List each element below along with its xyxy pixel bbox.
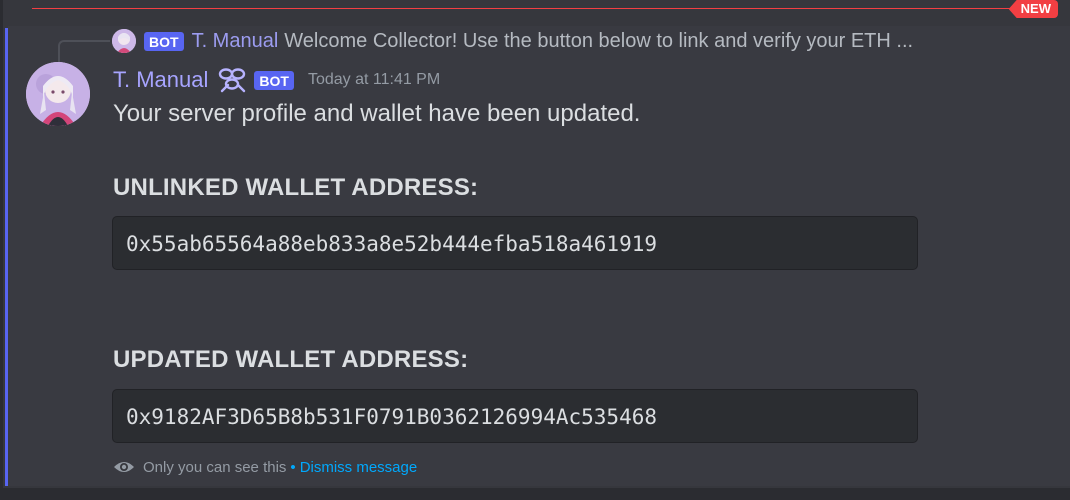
server-tag-icon[interactable] [216,65,248,95]
unlinked-wallet-label: UNLINKED WALLET ADDRESS: [113,174,479,201]
reply-text[interactable]: Welcome Collector! Use the button below … [284,30,913,53]
new-messages-divider [32,8,1030,9]
avatar[interactable] [26,62,90,126]
updated-wallet-label: UPDATED WALLET ADDRESS: [113,346,469,373]
new-badge: NEW [1008,0,1058,18]
author-name[interactable]: T. Manual [113,67,208,93]
reply-author[interactable]: T. Manual [192,30,279,53]
reply-bot-tag: BOT [144,31,184,51]
message-header: T. Manual BOT Today at 11:41 PM [113,64,440,96]
reply-avatar[interactable] [112,29,136,53]
reply-preview[interactable]: BOT T. Manual Welcome Collector! Use the… [112,28,913,54]
unlinked-wallet-address[interactable]: 0x55ab65564a88eb833a8e52b444efba518a4619… [112,216,918,270]
bot-tag: BOT [254,70,294,90]
footer-separator: • [290,458,296,476]
ephemeral-indicator-bar [5,28,8,486]
reply-connector [58,40,110,64]
eye-icon [114,462,134,472]
visibility-text: Only you can see this [143,458,287,476]
dismiss-message-link[interactable]: Dismiss message [300,459,418,476]
message-text: Your server profile and wallet have been… [113,100,641,127]
timestamp[interactable]: Today at 11:41 PM [308,71,440,89]
updated-wallet-address[interactable]: 0x9182AF3D65B8b531F0791B0362126994Ac5354… [112,389,918,443]
ephemeral-footer: Only you can see this • Dismiss message [113,456,417,478]
window-edge [0,0,3,500]
window-bottom-edge [0,488,1070,500]
